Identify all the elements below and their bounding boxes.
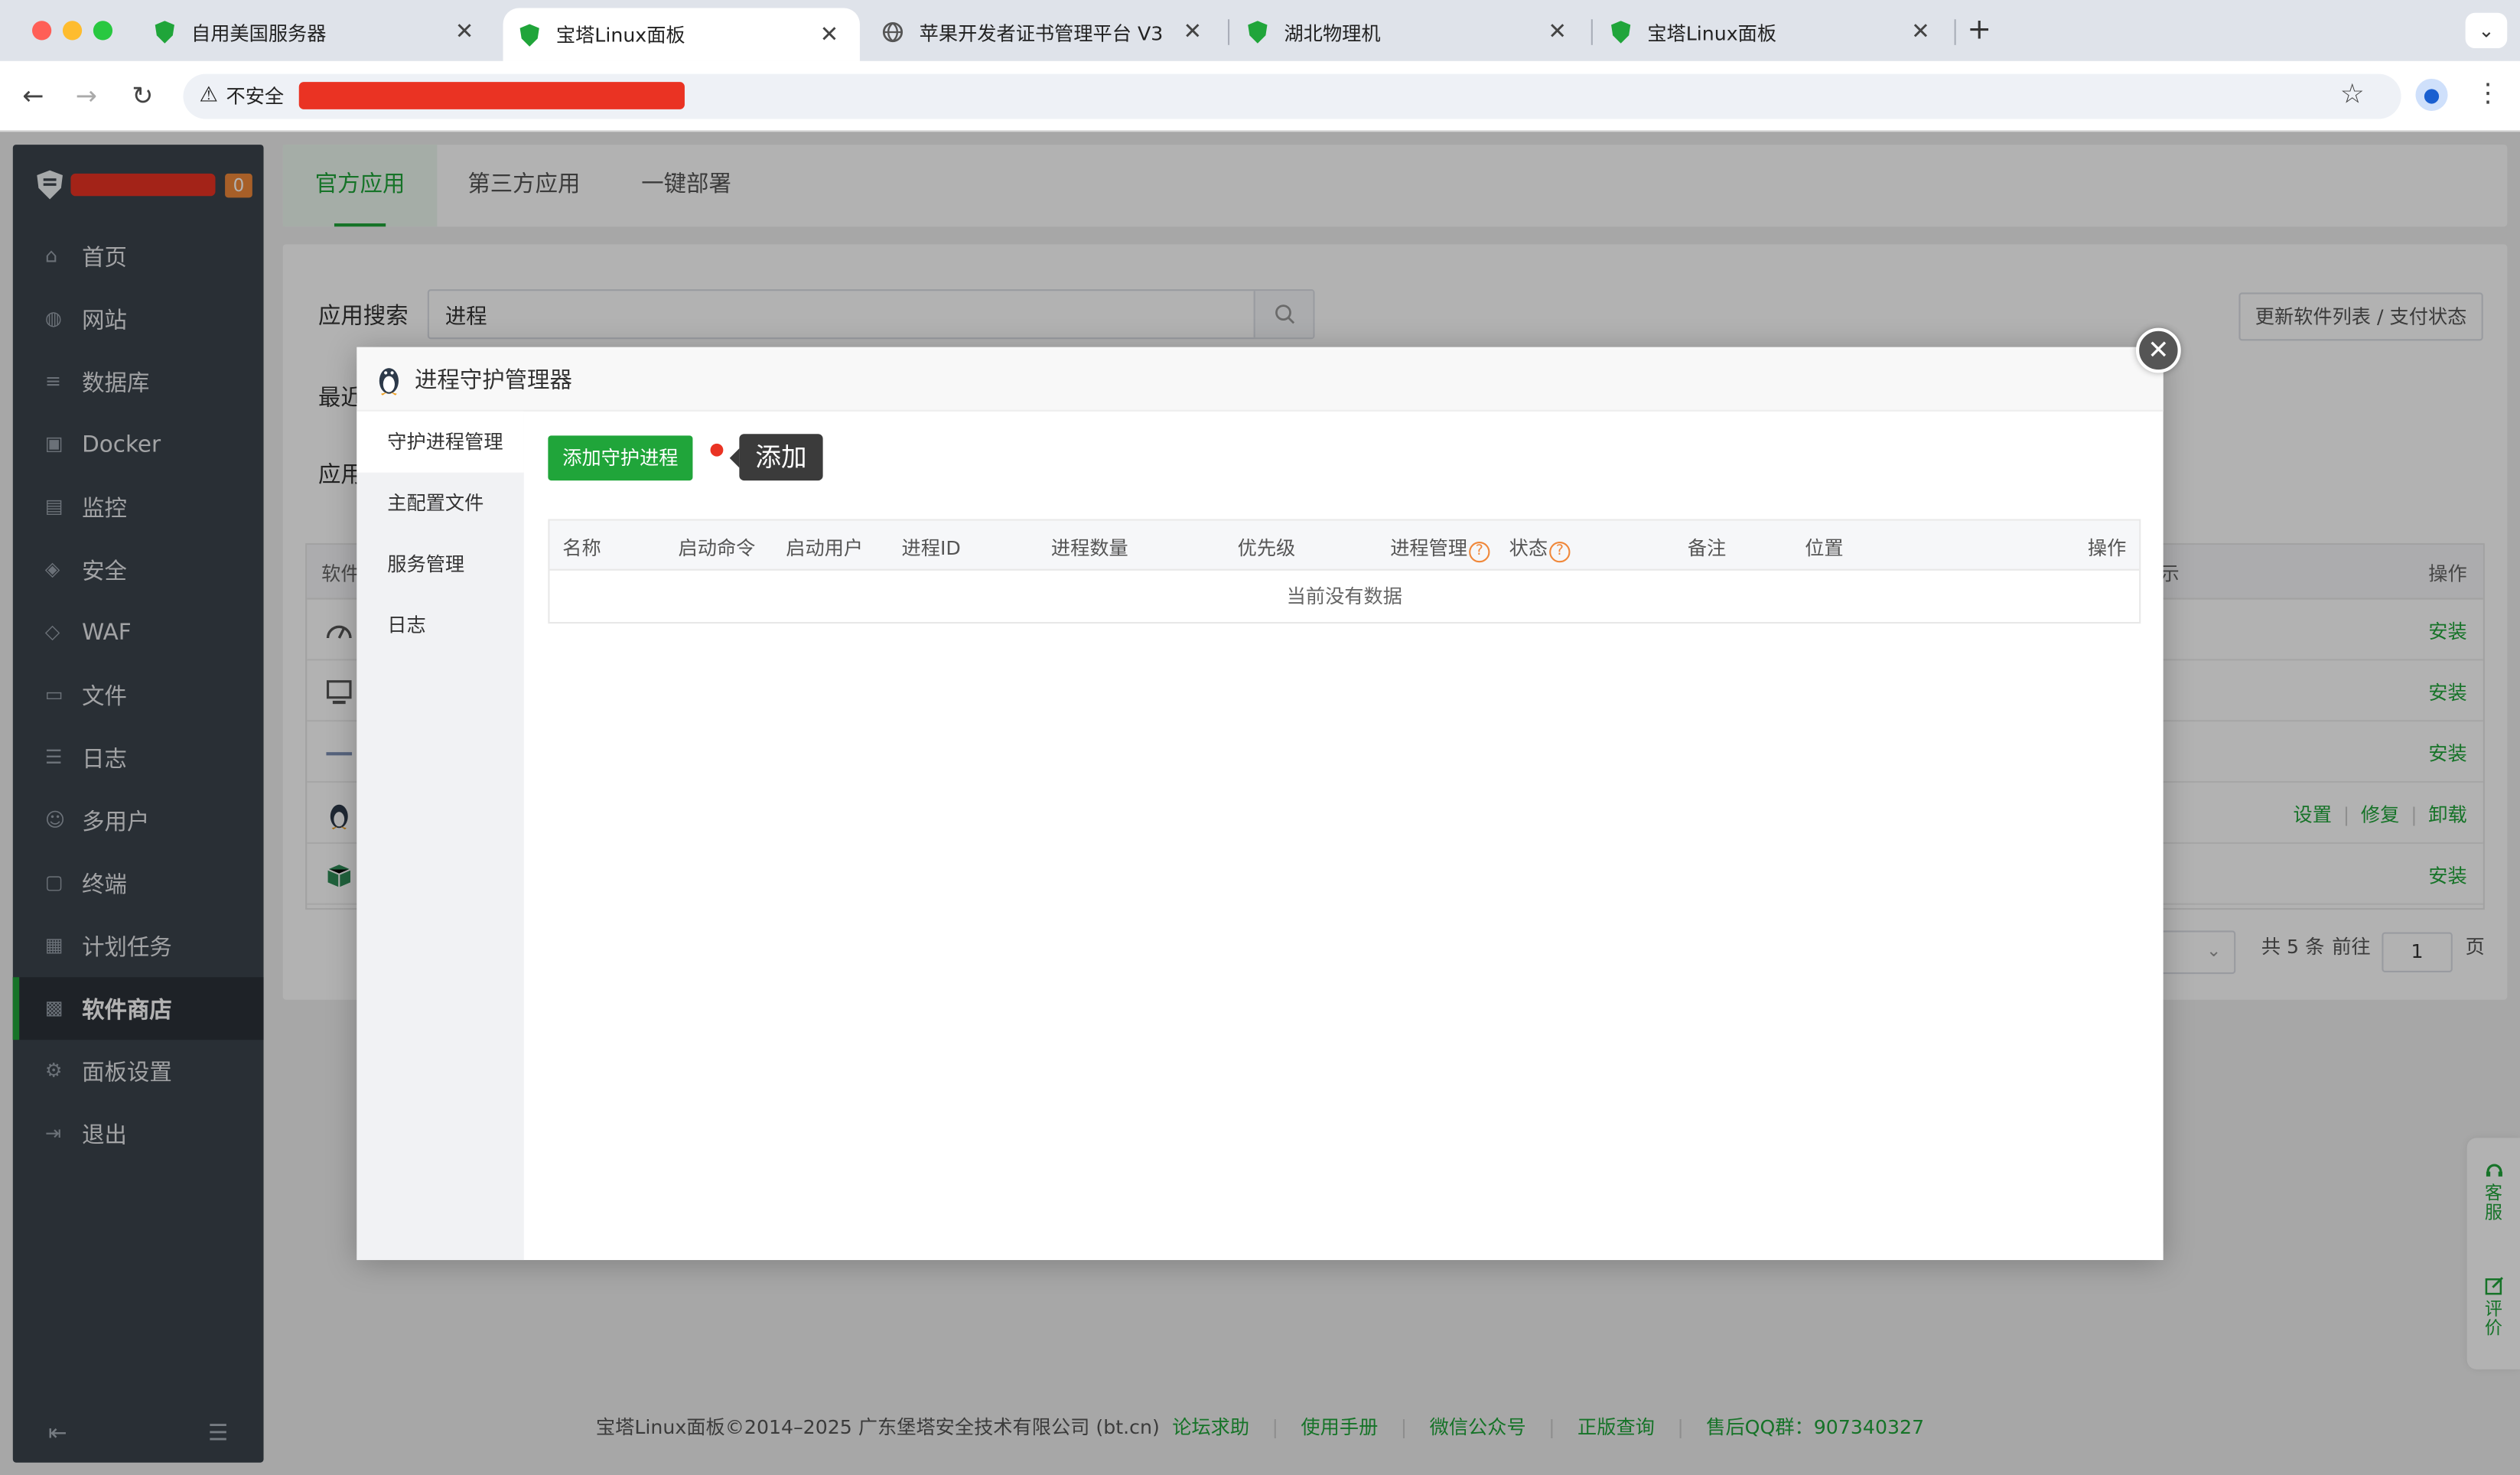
- add-tooltip: 添加: [729, 434, 823, 481]
- column-process-id: 进程ID: [901, 536, 961, 560]
- browser-tab-1[interactable]: 自用美国服务器 ✕: [138, 8, 495, 57]
- browser-tab-title: 宝塔Linux面板: [1647, 21, 1777, 44]
- browser-menu-icon[interactable]: ⋮: [2475, 77, 2501, 108]
- process-table-header: 名称 启动命令 启动用户 进程ID 进程数量 优先级 进程管理? 状态? 备注 …: [549, 520, 2140, 571]
- browser-tab-title: 自用美国服务器: [190, 21, 327, 44]
- security-indicator[interactable]: ⚠ 不安全: [199, 82, 284, 109]
- red-dot-indicator: [710, 443, 724, 457]
- globe-favicon-icon: [882, 21, 903, 43]
- redacted-url: [298, 82, 685, 109]
- column-status: 状态: [1509, 536, 1548, 560]
- browser-tab-bar: 自用美国服务器 ✕ 宝塔Linux面板 ✕ 苹果开发者证书管理平台 V3 ✕ 湖…: [0, 0, 2520, 61]
- minimize-window-button[interactable]: [62, 21, 83, 41]
- maximize-window-button[interactable]: [93, 21, 113, 41]
- column-location: 位置: [1805, 536, 1844, 560]
- browser-tab-title: 宝塔Linux面板: [555, 24, 685, 47]
- column-name: 名称: [562, 536, 601, 560]
- close-tab-icon[interactable]: ✕: [1910, 19, 1932, 45]
- column-process-count: 进程数量: [1050, 536, 1128, 560]
- browser-tab-5[interactable]: 宝塔Linux面板 ✕: [1594, 8, 1951, 57]
- process-guard-dialog: 进程守护管理器 守护进程管理 主配置文件 服务管理 日志 添加守护进程 添加 名…: [357, 347, 2163, 1261]
- nav-service-management[interactable]: 服务管理: [357, 533, 523, 594]
- column-remark: 备注: [1687, 536, 1727, 560]
- nav-logs[interactable]: 日志: [357, 594, 523, 656]
- new-tab-button[interactable]: +: [1967, 13, 1991, 47]
- add-guard-process-button[interactable]: 添加守护进程: [548, 435, 693, 481]
- empty-state-text: 当前没有数据: [1286, 584, 1402, 608]
- dialog-nav: 守护进程管理 主配置文件 服务管理 日志: [357, 411, 524, 1261]
- reload-icon[interactable]: ↻: [132, 80, 153, 111]
- close-tab-icon[interactable]: ✕: [1546, 19, 1568, 45]
- help-icon[interactable]: ?: [1469, 541, 1490, 563]
- insecure-label: 不安全: [226, 85, 285, 108]
- warning-triangle-icon: ⚠: [199, 83, 218, 108]
- browser-tab-title: 苹果开发者证书管理平台 V3: [919, 21, 1164, 44]
- column-start-user: 启动用户: [786, 536, 864, 560]
- bt-favicon-icon: [155, 21, 174, 44]
- back-arrow-icon[interactable]: ←: [22, 80, 44, 111]
- column-priority: 优先级: [1237, 536, 1296, 560]
- dialog-header: 进程守护管理器: [357, 347, 2163, 412]
- browser-tab-3[interactable]: 苹果开发者证书管理平台 V3 ✕: [866, 8, 1223, 57]
- close-tab-icon[interactable]: ✕: [1181, 19, 1203, 45]
- close-tab-icon[interactable]: ✕: [453, 19, 475, 45]
- close-dialog-button[interactable]: ✕: [2135, 327, 2181, 373]
- process-table: 名称 启动命令 启动用户 进程ID 进程数量 优先级 进程管理? 状态? 备注 …: [548, 519, 2141, 624]
- penguin-icon: [379, 367, 399, 395]
- help-icon[interactable]: ?: [1549, 541, 1571, 563]
- browser-tab-title: 湖北物理机: [1284, 21, 1381, 44]
- close-tab-icon[interactable]: ✕: [818, 21, 840, 47]
- close-window-button[interactable]: [32, 21, 52, 41]
- forward-arrow-icon[interactable]: →: [76, 80, 97, 111]
- browser-tab-4[interactable]: 湖北物理机 ✕: [1231, 8, 1587, 57]
- bt-favicon-icon: [519, 23, 539, 46]
- bookmark-star-icon[interactable]: ☆: [2340, 79, 2365, 111]
- nav-main-config-file[interactable]: 主配置文件: [357, 473, 523, 534]
- dialog-title: 进程守护管理器: [415, 367, 572, 393]
- column-process-management: 进程管理: [1390, 536, 1468, 560]
- column-start-command: 启动命令: [678, 536, 756, 560]
- tab-search-chevron-icon[interactable]: ⌄: [2465, 12, 2508, 49]
- bt-favicon-icon: [1248, 21, 1268, 44]
- profile-avatar-icon[interactable]: ●: [2415, 78, 2448, 111]
- bt-favicon-icon: [1611, 21, 1631, 44]
- column-actions: 操作: [2087, 536, 2127, 560]
- nav-guard-process-management[interactable]: 守护进程管理: [357, 411, 524, 473]
- browser-tab-2[interactable]: 宝塔Linux面板 ✕: [503, 8, 860, 61]
